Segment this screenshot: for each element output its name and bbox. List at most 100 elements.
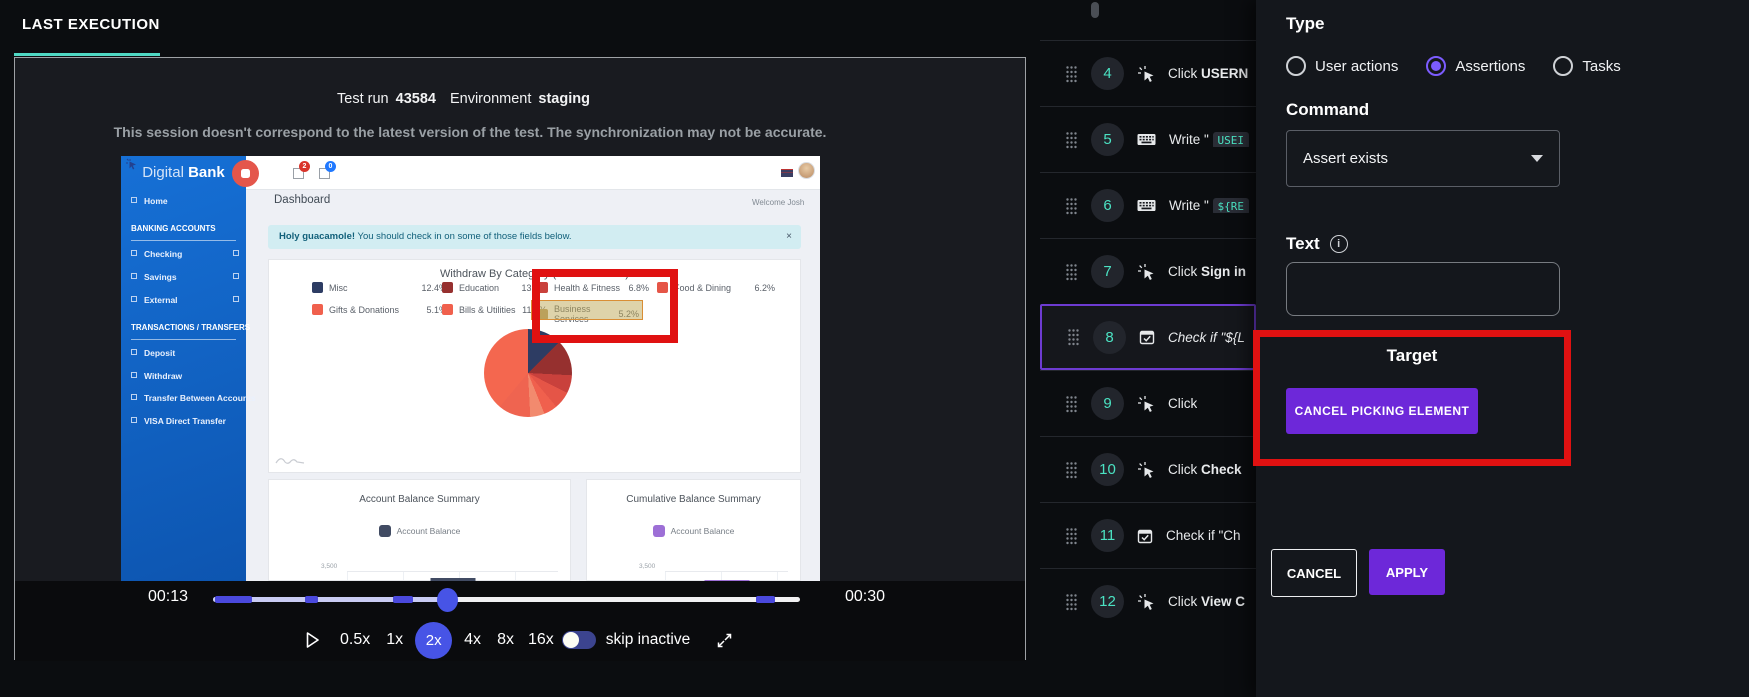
speed-1x[interactable]: 1x [386,631,403,649]
timeline-event-marker[interactable] [215,596,252,603]
legend-item: Gifts & Donations 5.1% [312,304,447,315]
player-controls: 0.5x 1x 2x 4x 8x 16x skip inactive [305,621,733,659]
step-label: Check if "Ch [1166,528,1241,543]
command-heading: Command [1286,100,1370,119]
keyboard-icon [1137,199,1156,212]
text-heading-row: Text i [1286,234,1348,254]
test-run-value: 43584 [395,91,436,107]
drag-handle-icon[interactable] [1065,263,1078,281]
step-label: Write " USEI [1169,132,1250,147]
assert-check-icon [1139,329,1155,345]
timeline-event-marker[interactable] [756,596,775,603]
step-number-badge: 8 [1093,320,1126,354]
drag-handle-icon[interactable] [1065,461,1078,479]
remote-pointer-icon [125,158,138,176]
radio-tasks[interactable]: Tasks [1553,56,1621,76]
step-label: Click USERN [1168,66,1249,81]
step-row-11[interactable]: 11 Check if "Ch [1040,502,1256,568]
keyboard-icon [1137,133,1156,146]
text-heading: Text [1286,234,1320,253]
cursor-click-icon [1137,263,1155,281]
drag-handle-icon[interactable] [1065,197,1078,215]
notification-badge-red: 2 [299,161,310,172]
bank-alert: Holy guacamole! You should check in on s… [268,225,801,249]
toggle-knob [562,632,579,648]
step-number-badge: 4 [1091,57,1124,90]
radio-user-actions[interactable]: User actions [1286,56,1398,76]
timeline-event-marker[interactable] [393,596,413,603]
speed-2x-active[interactable]: 2x [415,621,453,659]
radio-assertions[interactable]: Assertions [1426,56,1525,76]
step-row-6[interactable]: 6 Write " ${RE [1040,172,1256,238]
video-timeline[interactable] [213,588,800,612]
apply-button[interactable]: APPLY [1369,549,1445,595]
skip-inactive-toggle[interactable] [561,631,596,649]
step-label: Click View C [1168,594,1246,609]
steps-list: 4 Click USERN 5 Write " USEI 6 Write " $… [1026,0,1256,697]
avatar [798,162,815,179]
command-select[interactable]: Assert exists [1286,130,1560,187]
info-icon[interactable]: i [1329,235,1348,253]
step-inspector-panel: Type User actions Assertions Tasks Comma… [1253,0,1749,697]
notification-badge-blue: 0 [325,161,336,172]
alert-close-icon: × [786,231,792,242]
current-time: 00:13 [148,588,189,605]
step-row-5[interactable]: 5 Write " USEI [1040,106,1256,172]
language-flag-icon [781,169,793,177]
step-row-12[interactable]: 12 Click View C [1040,568,1256,634]
timeline-playhead[interactable] [437,588,458,612]
annotation-red-box-legend [532,269,678,343]
bank-nav-heading: TRANSACTIONS / TRANSFERS [131,323,250,340]
assert-check-icon [1137,528,1153,544]
radio-circle [1286,56,1306,76]
radio-circle-selected [1426,56,1447,76]
account-balance-card: Account Balance Summary Account Balance … [268,479,571,581]
step-label: Check if "${L [1168,329,1245,345]
annotation-red-box-target [1253,330,1571,466]
legend-item: Misc 12.4% [312,282,447,293]
step-label: Write " ${RE [1169,198,1250,213]
cursor-click-icon [1137,593,1155,611]
text-input[interactable] [1286,262,1560,316]
bank-nav-savings: Savings [131,272,177,282]
environment-label: Environment [449,91,532,107]
cancel-button[interactable]: CANCEL [1271,549,1357,597]
bank-page-title: Dashboard [274,194,331,206]
command-select-value: Assert exists [1303,150,1389,167]
tab-last-execution[interactable]: LAST EXECUTION [22,16,160,33]
play-button[interactable] [305,631,320,649]
speed-8x[interactable]: 8x [497,631,514,649]
bank-nav-transfer: Transfer Between Accounts [131,393,256,403]
test-run-label: Test run [337,91,389,107]
step-number-badge: 5 [1091,123,1124,156]
run-info: Test run 43584 Environment staging [121,91,820,107]
type-heading: Type [1286,14,1325,33]
chevron-down-icon [1531,155,1543,162]
drag-handle-icon[interactable] [1065,65,1078,83]
step-number-badge: 7 [1091,255,1124,288]
step-row-9[interactable]: 9 Click [1040,370,1256,436]
drag-handle-icon[interactable] [1065,527,1078,545]
bank-nav-home: Home [131,196,168,206]
step-row-10[interactable]: 10 Click Check [1040,436,1256,502]
bank-sidebar: Digital Bank Home BANKING ACCOUNTS Check… [121,156,256,581]
video-viewport[interactable]: Digital Bank Home BANKING ACCOUNTS Check… [121,156,820,581]
step-row-7[interactable]: 7 Click Sign in [1040,238,1256,304]
drag-handle-icon[interactable] [1065,395,1078,413]
execution-panel: Test run 43584 Environment staging This ses… [14,57,1026,661]
step-row-4[interactable]: 4 Click USERN [1040,40,1256,106]
step-row-8-selected[interactable]: 8 Check if "${L [1040,304,1256,370]
drag-handle-icon[interactable] [1065,593,1078,611]
speed-16x[interactable]: 16x [528,631,554,649]
cumulative-balance-card: Cumulative Balance Summary Account Balan… [586,479,801,581]
bank-nav-deposit: Deposit [131,348,175,358]
drag-handle-icon[interactable] [1065,131,1078,149]
timeline-event-marker[interactable] [305,596,318,603]
bank-nav-visa-transfer: VISA Direct Transfer [131,416,226,426]
total-time: 00:30 [845,588,886,605]
speed-4x[interactable]: 4x [464,631,481,649]
drag-handle-icon[interactable] [1067,328,1080,346]
speed-0.5x[interactable]: 0.5x [340,631,370,649]
fullscreen-icon[interactable] [716,632,733,649]
step-number-badge: 11 [1091,519,1124,552]
